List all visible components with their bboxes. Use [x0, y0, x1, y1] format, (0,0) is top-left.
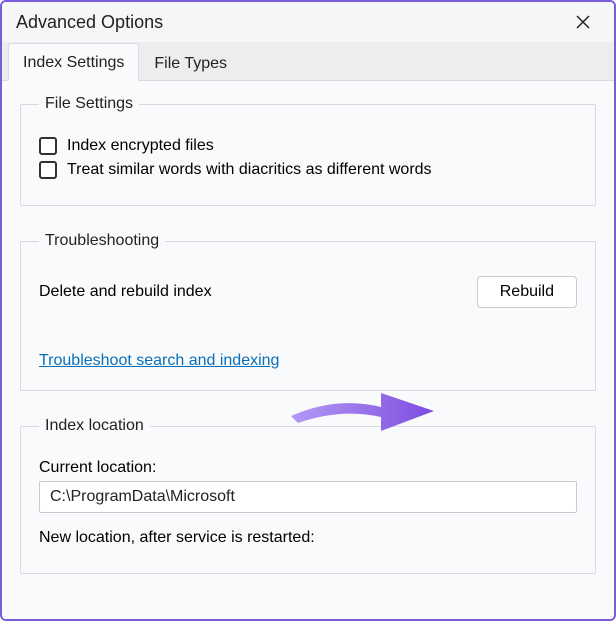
diacritics-checkbox[interactable]: [39, 161, 57, 179]
index-encrypted-label: Index encrypted files: [67, 137, 214, 155]
file-settings-group: File Settings Index encrypted files Trea…: [20, 95, 596, 206]
current-location-value[interactable]: C:\ProgramData\Microsoft: [39, 481, 577, 513]
troubleshooting-legend: Troubleshooting: [39, 232, 165, 250]
tab-strip: Index Settings File Types: [2, 42, 614, 81]
window-title: Advanced Options: [16, 12, 562, 33]
rebuild-button[interactable]: Rebuild: [477, 276, 577, 308]
current-location-label: Current location:: [39, 459, 577, 477]
diacritics-label: Treat similar words with diacritics as d…: [67, 161, 432, 179]
troubleshoot-link[interactable]: Troubleshoot search and indexing: [39, 352, 279, 370]
index-encrypted-checkbox[interactable]: [39, 137, 57, 155]
file-settings-legend: File Settings: [39, 95, 139, 113]
troubleshooting-group: Troubleshooting Delete and rebuild index…: [20, 232, 596, 391]
advanced-options-dialog: Advanced Options Index Settings File Typ…: [0, 0, 616, 621]
close-icon: [576, 15, 590, 29]
titlebar: Advanced Options: [2, 2, 614, 42]
close-button[interactable]: [562, 6, 604, 38]
tab-file-types[interactable]: File Types: [139, 44, 242, 81]
tab-index-settings[interactable]: Index Settings: [8, 43, 139, 81]
content-area: File Settings Index encrypted files Trea…: [2, 81, 614, 619]
new-location-label: New location, after service is restarted…: [39, 529, 577, 547]
index-location-group: Index location Current location: C:\Prog…: [20, 417, 596, 574]
index-location-legend: Index location: [39, 417, 150, 435]
rebuild-index-label: Delete and rebuild index: [39, 283, 212, 301]
